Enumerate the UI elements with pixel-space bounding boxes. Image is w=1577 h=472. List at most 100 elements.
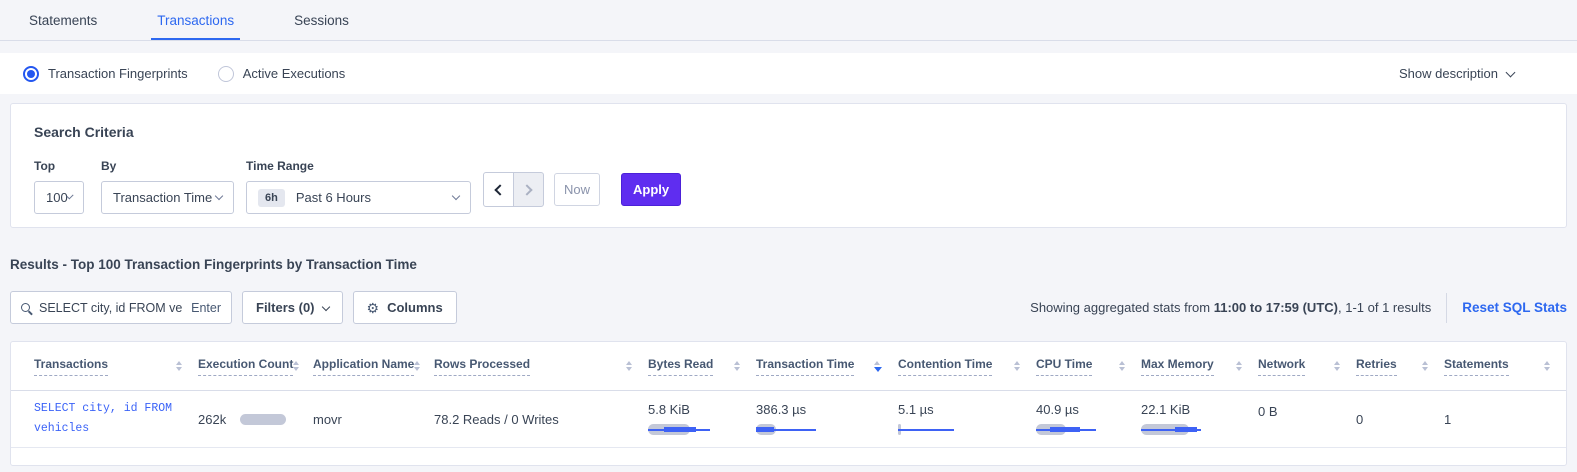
show-description-label: Show description — [1399, 66, 1498, 81]
sort-icon[interactable] — [1119, 361, 1125, 371]
statements-cell: 1 — [1444, 412, 1566, 427]
max-memory-value: 22.1 KiB — [1141, 402, 1258, 417]
bytes-read-value: 5.8 KiB — [648, 402, 756, 417]
execution-count-value: 262k — [198, 412, 226, 427]
column-label[interactable]: Application Name — [313, 357, 414, 376]
apply-button[interactable]: Apply — [621, 173, 681, 206]
column-header-application-name: Application Name — [313, 357, 434, 376]
execution-count-bar — [240, 413, 288, 426]
sort-icon[interactable] — [1236, 361, 1242, 371]
time-range-content: 6h Past 6 Hours — [258, 189, 371, 207]
tab-statements[interactable]: Statements — [23, 0, 103, 40]
next-time-button[interactable] — [513, 172, 544, 207]
sort-icon[interactable] — [176, 361, 182, 371]
chevron-down-icon — [321, 302, 329, 310]
top-field: Top 100 — [34, 159, 84, 214]
column-label[interactable]: Transactions — [34, 357, 108, 376]
column-label[interactable]: CPU Time — [1036, 357, 1092, 376]
top-select[interactable]: 100 — [34, 181, 84, 214]
radio-option-active-executions[interactable]: Active Executions — [218, 66, 346, 82]
column-label[interactable]: Rows Processed — [434, 357, 530, 376]
sort-icon[interactable] — [626, 361, 632, 371]
time-range-field: Time Range 6h Past 6 Hours — [246, 159, 471, 214]
tab-transactions[interactable]: Transactions — [151, 0, 240, 40]
search-input[interactable] — [39, 301, 182, 315]
top-tab-bar: Statements Transactions Sessions — [0, 0, 1577, 41]
column-header-statements: Statements — [1444, 357, 1566, 376]
tab-transactions-label: Transactions — [157, 13, 234, 28]
max-memory-bar — [1141, 423, 1207, 436]
transactions-page: Statements Transactions Sessions Transac… — [0, 0, 1577, 472]
cpu-time-cell: 40.9 µs — [1036, 402, 1141, 436]
column-header-transactions: Transactions — [34, 357, 198, 376]
columns-button[interactable]: ⚙ Columns — [353, 291, 457, 324]
radio-option-transaction-fingerprints[interactable]: Transaction Fingerprints — [23, 66, 188, 82]
transaction-fingerprint-link[interactable]: SELECT city, id FROM vehicles — [34, 399, 186, 438]
sort-icon[interactable] — [874, 361, 882, 372]
transaction-time-bar — [756, 423, 822, 436]
by-field: By Transaction Time — [101, 159, 234, 214]
now-button[interactable]: Now — [554, 173, 600, 206]
bytes-read-cell: 5.8 KiB — [648, 402, 756, 436]
time-range-select[interactable]: 6h Past 6 Hours — [246, 181, 471, 214]
sort-icon[interactable] — [734, 361, 740, 371]
filters-button[interactable]: Filters (0) — [242, 291, 343, 324]
column-header-rows-processed: Rows Processed — [434, 357, 648, 376]
search-box[interactable]: Enter — [10, 291, 232, 324]
stats-range: 11:00 to 17:59 (UTC) — [1214, 300, 1338, 315]
column-label[interactable]: Transaction Time — [756, 357, 854, 376]
tab-sessions[interactable]: Sessions — [288, 0, 355, 40]
radio-label: Transaction Fingerprints — [48, 66, 188, 81]
cpu-time-value: 40.9 µs — [1036, 402, 1141, 417]
transaction-time-value: 386.3 µs — [756, 402, 898, 417]
sort-icon[interactable] — [1544, 361, 1550, 371]
column-label[interactable]: Execution Count — [198, 357, 293, 376]
by-field-label: By — [101, 159, 234, 173]
sort-icon[interactable] — [1014, 361, 1020, 371]
column-label[interactable]: Bytes Read — [648, 357, 713, 376]
column-label[interactable]: Network — [1258, 357, 1305, 376]
search-criteria-card: Search Criteria Top 100 By Transaction T… — [10, 103, 1567, 228]
tab-statements-label: Statements — [29, 13, 97, 28]
column-header-transaction-time: Transaction Time — [756, 357, 898, 376]
gear-icon: ⚙ — [367, 301, 380, 315]
time-range-field-label: Time Range — [246, 159, 471, 173]
column-label[interactable]: Contention Time — [898, 357, 992, 376]
results-controls-row: Enter Filters (0) ⚙ Columns Showing aggr… — [10, 291, 1567, 324]
contention-time-cell: 5.1 µs — [898, 402, 1036, 436]
view-toggle-bar: Transaction Fingerprints Active Executio… — [0, 53, 1577, 94]
aggregated-stats-area: Showing aggregated stats from 11:00 to 1… — [1030, 293, 1567, 323]
column-header-network: Network — [1258, 357, 1356, 376]
stats-prefix: Showing aggregated stats from — [1030, 300, 1214, 315]
search-icon — [21, 303, 30, 312]
previous-time-button[interactable] — [483, 172, 514, 207]
column-header-execution-count: Execution Count — [198, 357, 313, 376]
contention-time-value: 5.1 µs — [898, 402, 1036, 417]
column-label[interactable]: Max Memory — [1141, 357, 1214, 376]
sort-icon[interactable] — [293, 361, 299, 371]
column-header-contention-time: Contention Time — [898, 357, 1036, 376]
sort-icon[interactable] — [1422, 361, 1428, 371]
show-description-toggle[interactable]: Show description — [1399, 66, 1514, 81]
cpu-time-bar — [1036, 423, 1102, 436]
tab-sessions-label: Sessions — [294, 13, 349, 28]
radio-icon[interactable] — [218, 66, 234, 82]
sort-icon[interactable] — [1334, 361, 1340, 371]
column-label[interactable]: Retries — [1356, 357, 1397, 376]
max-memory-cell: 22.1 KiB — [1141, 402, 1258, 436]
radio-icon[interactable] — [23, 66, 39, 82]
retries-cell: 0 — [1356, 412, 1444, 427]
columns-button-label: Columns — [387, 300, 443, 315]
by-select[interactable]: Transaction Time — [101, 181, 234, 214]
reset-sql-stats-link[interactable]: Reset SQL Stats — [1462, 300, 1567, 315]
results-heading: Results - Top 100 Transaction Fingerprin… — [10, 257, 417, 272]
by-select-value: Transaction Time — [113, 190, 212, 205]
bytes-read-bar — [648, 423, 714, 436]
column-header-bytes-read: Bytes Read — [648, 357, 756, 376]
column-header-cpu-time: CPU Time — [1036, 357, 1141, 376]
chevron-left-icon — [494, 184, 505, 195]
top-select-value: 100 — [46, 190, 68, 205]
time-range-value: Past 6 Hours — [296, 190, 371, 205]
column-label[interactable]: Statements — [1444, 357, 1509, 376]
sort-icon[interactable] — [414, 361, 420, 371]
